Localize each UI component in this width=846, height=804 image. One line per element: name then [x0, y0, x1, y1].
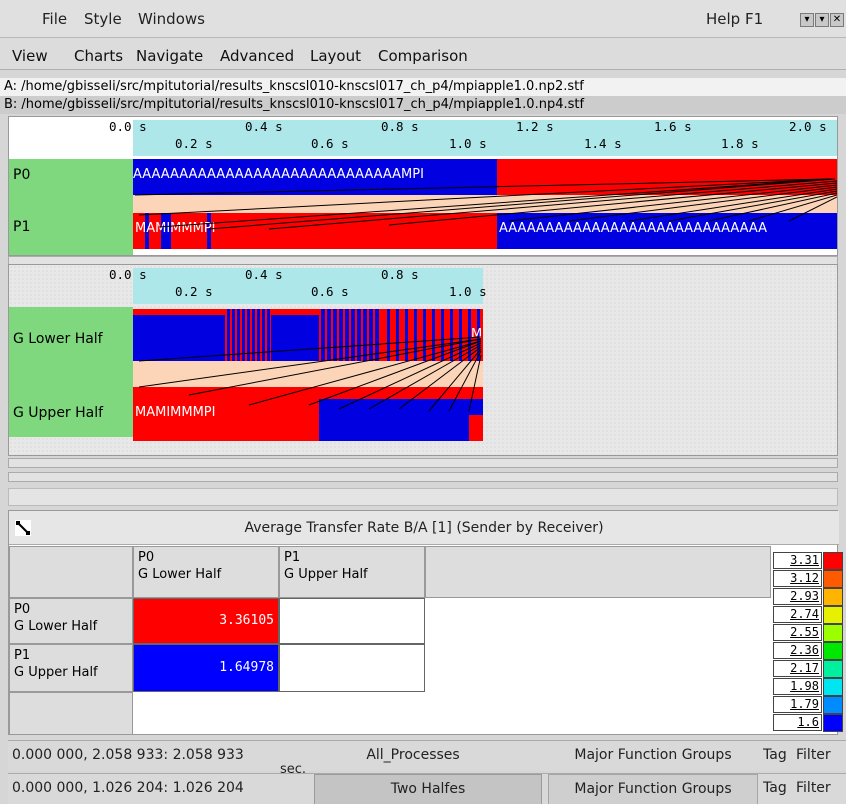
status-row-a: 0.000 000, 2.058 933: 2.058 933 All_Proc… — [8, 740, 846, 771]
menu-navigate[interactable]: Navigate — [136, 47, 203, 65]
message-lines-a — [134, 178, 837, 230]
legend-entry: 2.93 — [773, 588, 843, 606]
status-bar: 0.000 000, 2.058 933: 2.058 933 All_Proc… — [8, 740, 846, 804]
legend-value: 3.12 — [773, 570, 822, 587]
legend-swatch — [823, 642, 843, 660]
legend-entry: 3.12 — [773, 570, 843, 588]
legend-entry: 3.31 — [773, 552, 843, 570]
process-group-a[interactable]: All_Processes — [288, 741, 538, 772]
legend-value: 1.98 — [773, 678, 822, 695]
legend-value: 2.74 — [773, 606, 822, 623]
column-header-p1[interactable]: P1 G Upper Half — [279, 546, 425, 598]
time-range-a: 0.000 000, 2.058 933: 2.058 933 — [12, 747, 244, 763]
pane-divider[interactable] — [8, 488, 838, 506]
menu-style[interactable]: Style — [84, 10, 122, 28]
transfer-rate-matrix-panel: Average Transfer Rate B/A [1] (Sender by… — [8, 510, 843, 736]
minimize-icon[interactable]: ▾ — [800, 13, 814, 27]
message-lines-b — [138, 336, 482, 412]
function-groups-a[interactable]: Major Function Groups — [558, 741, 748, 772]
legend-swatch — [823, 714, 843, 732]
legend-entry: 2.74 — [773, 606, 843, 624]
legend-entry: 2.17 — [773, 660, 843, 678]
menu-windows[interactable]: Windows — [138, 10, 205, 28]
legend-entry: 2.36 — [773, 642, 843, 660]
matrix-corner-cell — [9, 546, 133, 598]
function-groups-b[interactable]: Major Function Groups — [548, 774, 758, 804]
menu-file[interactable]: File — [42, 10, 67, 28]
menu-comparison[interactable]: Comparison — [378, 47, 468, 65]
filter-b[interactable]: Filter — [796, 774, 846, 804]
legend-entry: 1.6 — [773, 714, 843, 732]
column-header-line2: G Upper Half — [284, 567, 368, 582]
filter-a[interactable]: Filter — [796, 741, 846, 772]
trace-file-a-path: A: /home/gbisseli/src/mpitutorial/result… — [0, 78, 846, 96]
row-header-p0[interactable]: P0 G Lower Half — [9, 598, 133, 644]
menu-bar: View Charts Navigate Advanced Layout Com… — [0, 38, 846, 70]
trace-file-b-path: B: /home/gbisseli/src/mpitutorial/result… — [0, 96, 846, 114]
legend-value: 3.31 — [773, 552, 822, 569]
legend-entry: 2.55 — [773, 624, 843, 642]
legend-swatch — [823, 570, 843, 588]
legend-value: 1.79 — [773, 696, 822, 713]
row-header-line1: P0 — [14, 602, 31, 617]
menu-layout[interactable]: Layout — [310, 47, 361, 65]
legend-swatch — [823, 660, 843, 678]
time-range-b: 0.000 000, 1.026 204: 1.026 204 — [12, 780, 244, 796]
legend-value: 2.17 — [773, 660, 822, 677]
row-header-line2: G Lower Half — [14, 619, 98, 634]
matrix-cell-p0-p0[interactable]: 3.36105 — [133, 598, 279, 644]
status-row-b: 0.000 000, 1.026 204: 1.026 204 Two Half… — [8, 773, 846, 804]
legend-value: 2.36 — [773, 642, 822, 659]
matrix-cell-p1-p0-value[interactable]: 1.64978 — [133, 644, 279, 692]
column-header-filler — [425, 546, 771, 598]
tag-a[interactable]: Tag — [763, 741, 793, 772]
color-scale-legend: 3.31 3.12 2.93 2.74 2.55 2.36 2.17 1.98 1.79 1.6 — [773, 552, 843, 736]
process-group-b[interactable]: Two Halfes — [314, 774, 542, 804]
title-bar: File Style Windows Help F1 ▾ ▾ ✕ — [0, 0, 846, 38]
legend-value: 2.93 — [773, 588, 822, 605]
column-header-line1: P1 — [284, 550, 301, 565]
help-button[interactable]: Help F1 — [706, 10, 763, 28]
window-controls: ▾ ▾ ✕ — [800, 13, 844, 27]
legend-entry: 1.98 — [773, 678, 843, 696]
row-header-filler — [9, 692, 133, 735]
row-header-line1: P1 — [14, 648, 31, 663]
tag-b[interactable]: Tag — [763, 774, 793, 804]
matrix-header: Average Transfer Rate B/A [1] (Sender by… — [9, 511, 839, 545]
legend-swatch — [823, 552, 843, 570]
menu-advanced[interactable]: Advanced — [220, 47, 294, 65]
horizontal-scrollbar[interactable] — [8, 472, 838, 482]
legend-value: 1.6 — [773, 714, 822, 731]
legend-swatch — [823, 588, 843, 606]
column-header-line1: P0 — [138, 550, 155, 565]
close-icon[interactable]: ✕ — [830, 13, 844, 27]
horizontal-scrollbar[interactable] — [8, 458, 838, 468]
row-header-line2: G Upper Half — [14, 665, 98, 680]
legend-value: 2.55 — [773, 624, 822, 641]
legend-swatch — [823, 606, 843, 624]
legend-swatch — [823, 696, 843, 714]
timeline-b-panel[interactable]: 0.0 s 0.4 s 0.8 s 0.2 s 0.6 s 1.0 s G Lo… — [8, 264, 838, 456]
matrix-cell-p1-p1[interactable] — [279, 644, 425, 692]
matrix-cell-p0-p1[interactable] — [279, 598, 425, 644]
row-header-p1[interactable]: P1 G Upper Half — [9, 644, 133, 692]
timeline-a-panel[interactable]: 0.0 s 0.4 s 0.8 s 1.2 s 1.6 s 2.0 s 0.2 … — [8, 116, 838, 256]
legend-entry: 1.79 — [773, 696, 843, 714]
column-header-line2: G Lower Half — [138, 567, 222, 582]
matrix-title: Average Transfer Rate B/A [1] (Sender by… — [244, 520, 604, 536]
maximize-icon[interactable]: ▾ — [815, 13, 829, 27]
menu-view[interactable]: View — [12, 47, 48, 65]
legend-swatch — [823, 624, 843, 642]
menu-charts[interactable]: Charts — [74, 47, 123, 65]
legend-swatch — [823, 678, 843, 696]
column-header-p0[interactable]: P0 G Lower Half — [133, 546, 279, 598]
